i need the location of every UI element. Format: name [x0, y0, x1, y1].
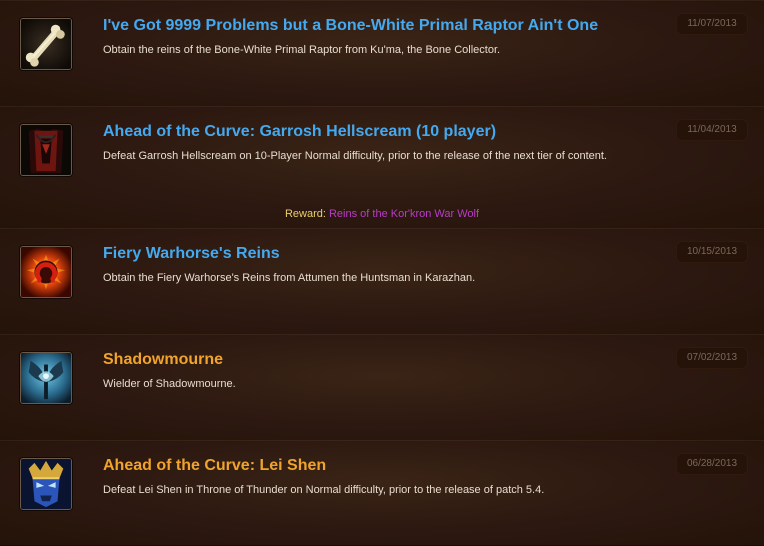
lei-shen-mask-icon	[20, 458, 72, 510]
achievement-description: Obtain the Fiery Warhorse's Reins from A…	[103, 272, 476, 284]
achievement-title[interactable]: Fiery Warhorse's Reins	[103, 245, 280, 263]
achievement-description: Obtain the reins of the Bone-White Prima…	[103, 44, 501, 56]
achievement-row[interactable]: Ahead of the Curve: Garrosh Hellscream (…	[0, 106, 764, 229]
horde-tabard-icon	[20, 124, 72, 176]
achievement-title[interactable]: Shadowmourne	[103, 351, 223, 369]
reward-item-link[interactable]: Reins of the Kor'kron War Wolf	[329, 208, 479, 220]
achievement-row[interactable]: I've Got 9999 Problems but a Bone-White …	[0, 0, 764, 107]
achievement-row[interactable]: Ahead of the Curve: Lei Shen Defeat Lei …	[0, 440, 764, 546]
achievement-title[interactable]: Ahead of the Curve: Garrosh Hellscream (…	[103, 123, 496, 141]
achievement-reward: Reward: Reins of the Kor'kron War Wolf	[0, 208, 764, 220]
fiery-horseshoe-icon	[20, 246, 72, 298]
achievement-title[interactable]: Ahead of the Curve: Lei Shen	[103, 457, 326, 475]
achievement-date: 11/04/2013	[676, 119, 748, 141]
achievement-date: 10/15/2013	[676, 241, 748, 263]
achievement-row[interactable]: Fiery Warhorse's Reins Obtain the Fiery …	[0, 228, 764, 335]
achievement-description: Defeat Garrosh Hellscream on 10-Player N…	[103, 150, 607, 162]
bone-icon	[20, 18, 72, 70]
achievement-title[interactable]: I've Got 9999 Problems but a Bone-White …	[103, 17, 598, 35]
achievement-description: Wielder of Shadowmourne.	[103, 378, 236, 390]
achievement-date: 07/02/2013	[676, 347, 748, 369]
achievement-date: 11/07/2013	[676, 13, 748, 35]
achievement-description: Defeat Lei Shen in Throne of Thunder on …	[103, 484, 545, 496]
achievement-list: I've Got 9999 Problems but a Bone-White …	[0, 0, 764, 546]
shadowmourne-axe-icon	[20, 352, 72, 404]
achievement-date: 06/28/2013	[676, 453, 748, 475]
achievement-row[interactable]: Shadowmourne Wielder of Shadowmourne. 07…	[0, 334, 764, 441]
reward-label: Reward:	[284, 208, 329, 220]
